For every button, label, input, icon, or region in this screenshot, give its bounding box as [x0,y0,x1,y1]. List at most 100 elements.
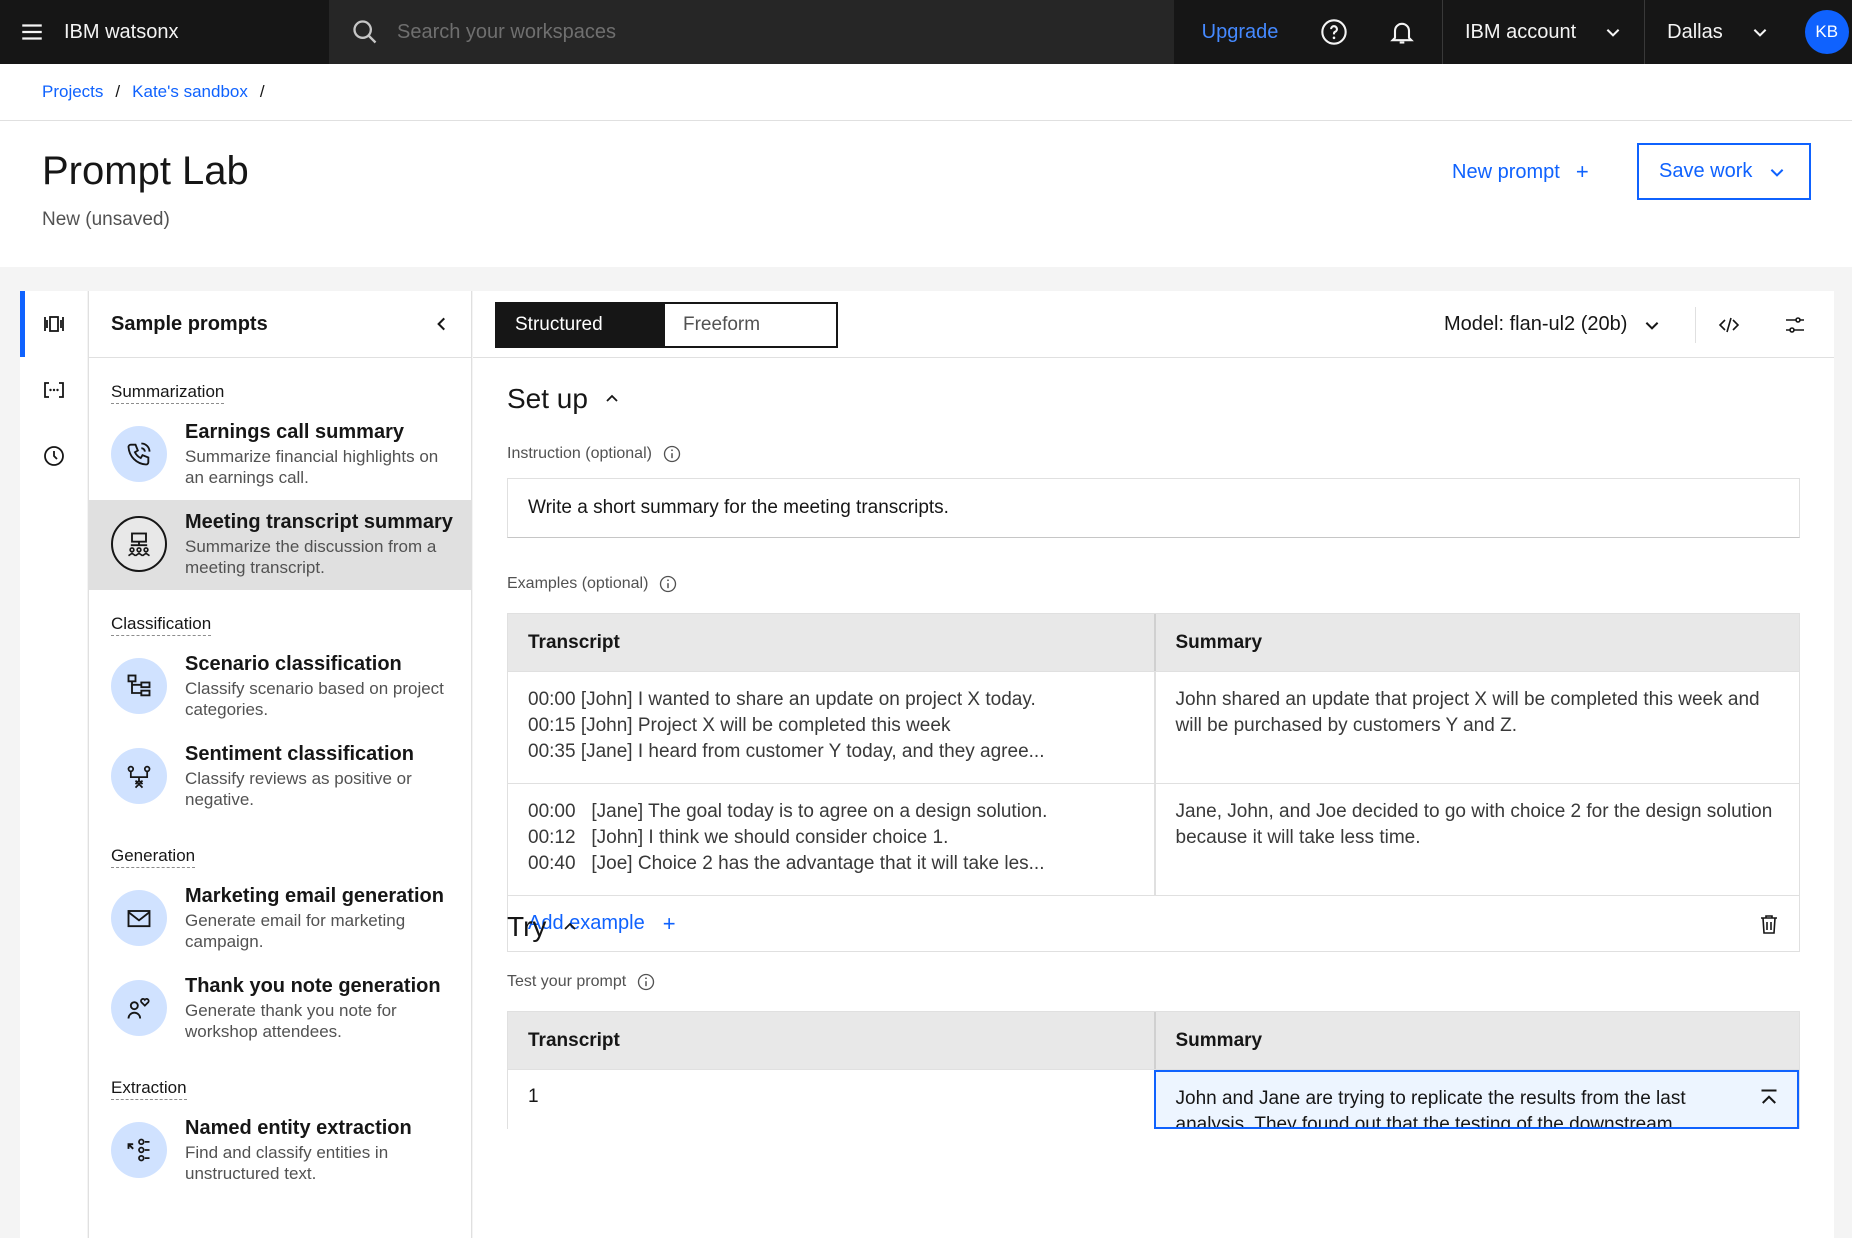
sample-prompt-item[interactable]: Named entity extraction Find and classif… [89,1106,471,1196]
phone-icon [111,426,167,482]
sentiment-icon [111,748,167,804]
sample-prompt-item[interactable]: Sentiment classification Classify review… [89,732,471,822]
sample-prompt-item[interactable]: Thank you note generation Generate thank… [89,964,471,1054]
table-header: Transcript Summary [508,614,1799,671]
help-icon[interactable] [1300,0,1368,64]
clock-icon [43,446,64,466]
sample-prompt-description: Generate email for marketing campaign. [185,911,406,951]
region-dropdown[interactable]: Dallas [1644,0,1791,64]
tab-structured[interactable]: Structured [497,304,665,346]
new-prompt-label: New prompt [1452,160,1560,183]
sample-prompt-title: Thank you note generation [185,975,441,997]
sample-prompt-item[interactable]: Scenario classification Classify scenari… [89,642,471,732]
sample-prompts-rail-button[interactable] [20,291,87,357]
mode-switcher: Structured Freeform [495,302,838,348]
email-icon [111,890,167,946]
transcript-cell[interactable]: 00:00 [John] I wanted to share an update… [508,672,1154,783]
chevron-left-icon[interactable] [433,315,451,333]
try-section-toggle[interactable]: Try [507,911,578,943]
table-row: 00:00 [John] I wanted to share an update… [508,671,1799,783]
account-dropdown[interactable]: IBM account [1442,0,1644,64]
examples-table: Transcript Summary 00:00 [John] I wanted… [507,613,1800,952]
column-summary: Summary [1153,614,1800,671]
setup-title: Set up [507,383,588,414]
search-bar[interactable] [329,0,1174,64]
summary-cell[interactable]: Jane, John, and Joe decided to go with c… [1153,784,1800,895]
column-summary: Summary [1153,1012,1800,1069]
hierarchy-icon [111,658,167,714]
transcript-cell[interactable]: 1 [508,1070,1154,1129]
search-icon [353,20,377,44]
table-row: 1 John and Jane are trying to replicate … [508,1069,1799,1129]
meeting-icon [111,516,167,572]
chevron-up-icon [564,922,577,930]
plus-icon: + [662,910,676,936]
region-label: Dallas [1667,20,1723,43]
category-summarization: Summarization [89,382,471,404]
chevron-down-icon [1753,29,1767,37]
trash-icon[interactable] [1757,912,1781,936]
code-icon[interactable] [1713,309,1745,341]
panel-title: Sample prompts [111,312,268,335]
category-extraction: Extraction [89,1078,471,1100]
sample-prompt-description: Summarize the discussion from a meeting … [185,537,437,577]
save-work-button[interactable]: Save work [1637,143,1811,200]
sample-prompt-title: Marketing email generation [185,885,444,907]
try-title: Try [507,911,547,942]
sample-prompt-description: Generate thank you note for workshop att… [185,1001,397,1041]
history-rail-button[interactable] [20,423,87,489]
sample-prompt-description: Summarize financial highlights on an ear… [185,447,439,487]
column-transcript: Transcript [528,631,620,653]
sample-prompt-title: Named entity extraction [185,1117,412,1139]
try-table: Transcript Summary 1 John and Jane are t… [507,1011,1800,1129]
brand-name[interactable]: IBM watsonx [64,0,329,64]
examples-label: Examples (optional) [507,574,678,594]
search-input[interactable] [397,20,1097,44]
sample-prompt-item[interactable]: Marketing email generation Generate emai… [89,874,471,964]
sample-prompt-item[interactable]: Earnings call summary Summarize financia… [89,410,471,500]
table-row: 00:00 [Jane] The goal today is to agree … [508,783,1799,895]
entity-icon [111,1122,167,1178]
chevron-down-icon [1606,29,1620,37]
info-icon[interactable] [662,444,682,464]
sample-prompt-title: Meeting transcript summary [185,511,453,533]
info-icon[interactable] [636,972,656,992]
page-header: Prompt Lab New (unsaved) New prompt + Sa… [0,121,1852,267]
sample-prompt-description: Classify reviews as positive or negative… [185,769,412,809]
breadcrumb: Projects / Kate's sandbox / [0,64,1852,121]
prompt-editor: Structured Freeform Model: flan-ul2 (20b… [473,291,1834,1238]
breadcrumb-projects[interactable]: Projects [42,82,103,102]
sample-prompt-title: Sentiment classification [185,743,414,765]
table-footer: Add example + [508,895,1799,951]
summary-cell[interactable]: John shared an update that project X wil… [1153,672,1800,783]
variables-rail-button[interactable] [20,357,87,423]
notification-icon[interactable] [1368,0,1436,64]
sample-prompt-item-selected[interactable]: Meeting transcript summary Summarize the… [89,500,471,590]
collapse-icon[interactable] [1759,1088,1779,1108]
save-work-label: Save work [1659,160,1753,182]
brackets-icon [43,382,64,398]
transcript-cell[interactable]: 00:00 [Jane] The goal today is to agree … [508,784,1154,895]
tab-freeform[interactable]: Freeform [665,304,836,346]
left-rail [20,291,87,1238]
sample-prompt-description: Classify scenario based on project categ… [185,679,444,719]
avatar[interactable]: KB [1804,10,1849,54]
user-heart-icon [111,980,167,1036]
menu-icon[interactable] [0,0,64,64]
upgrade-link[interactable]: Upgrade [1180,0,1300,64]
sample-prompt-title: Earnings call summary [185,421,404,443]
new-prompt-button[interactable]: New prompt + [1452,159,1589,185]
model-parameters-icon[interactable] [1779,309,1811,341]
breadcrumb-separator: / [115,82,121,101]
setup-section-toggle[interactable]: Set up [507,383,620,415]
model-selector[interactable]: Model: flan-ul2 (20b) [1444,291,1661,358]
sample-prompt-title: Scenario classification [185,653,402,675]
breadcrumb-sandbox[interactable]: Kate's sandbox [132,82,248,102]
editor-toolbar: Structured Freeform Model: flan-ul2 (20b… [473,291,1834,358]
summary-cell[interactable]: John and Jane are trying to replicate th… [1153,1070,1799,1129]
instruction-field[interactable]: Write a short summary for the meeting tr… [507,478,1800,538]
toolbar-divider [1695,307,1696,343]
info-icon[interactable] [658,574,678,594]
plus-icon: + [1575,159,1589,184]
model-label: Model: flan-ul2 (20b) [1444,313,1628,335]
